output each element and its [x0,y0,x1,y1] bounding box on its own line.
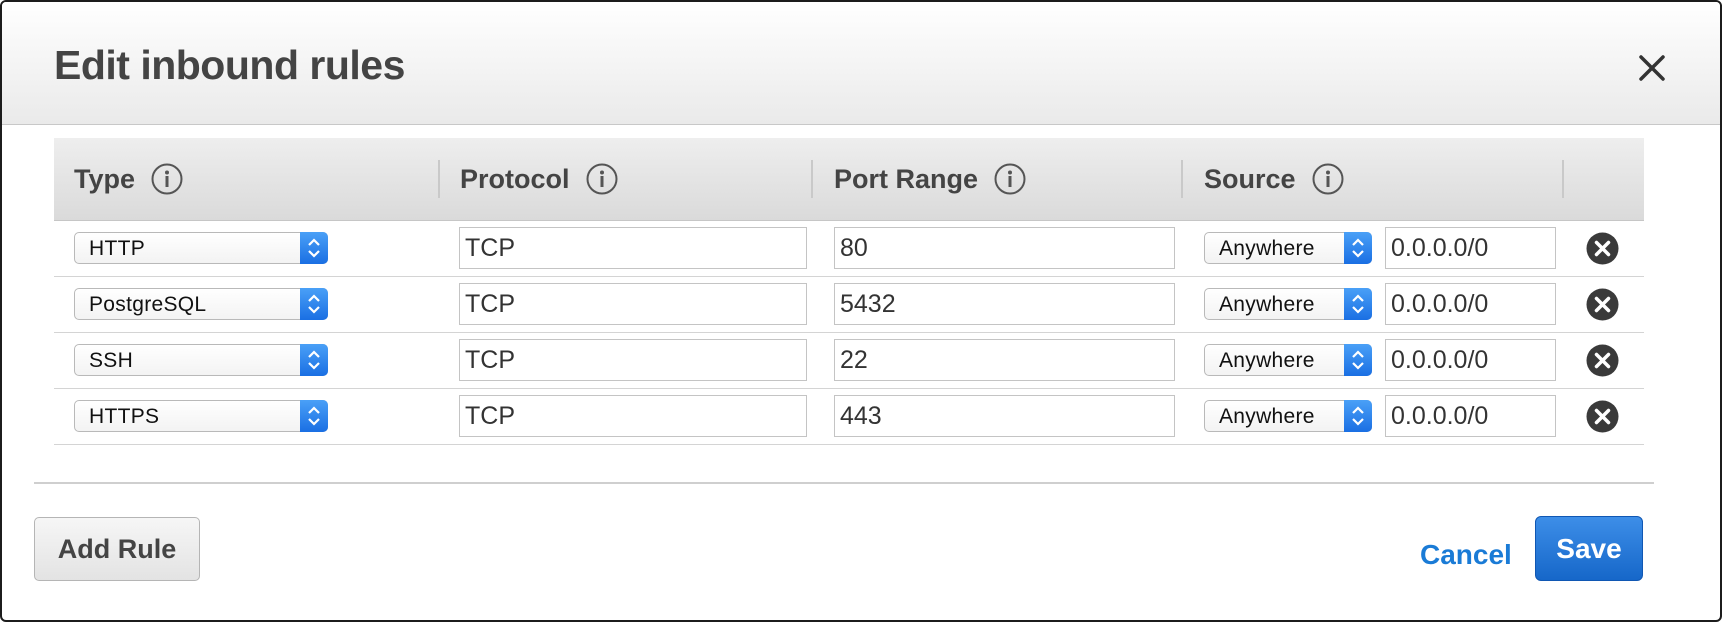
header-source-label: Source [1204,163,1296,194]
info-icon[interactable] [994,163,1026,195]
type-select[interactable]: SSH [74,344,328,376]
cidr-input[interactable]: 0.0.0.0/0 [1385,339,1556,381]
protocol-field[interactable]: TCP [459,283,807,325]
header-protocol: Protocol [460,138,618,220]
column-divider [1181,160,1183,198]
cidr-input[interactable]: 0.0.0.0/0 [1385,395,1556,437]
table-row: HTTPS TCP 443 Anywhere 0.0.0.0/0 [54,389,1644,445]
rules-table: Type Protocol Port Range Source HTTP TCP… [54,138,1644,445]
remove-circle-icon[interactable] [1585,287,1620,322]
cidr-input[interactable]: 0.0.0.0/0 [1385,227,1556,269]
type-select[interactable]: HTTPS [74,400,328,432]
type-select-value: HTTP [89,237,146,260]
column-divider [1562,160,1564,198]
cancel-button[interactable]: Cancel [1420,539,1512,571]
type-select-value: SSH [89,349,134,372]
dialog-header: Edit inbound rules [2,2,1720,125]
type-select-value: PostgreSQL [89,293,207,316]
chevron-updown-icon[interactable] [1344,232,1372,264]
header-type-label: Type [74,163,136,194]
close-icon[interactable] [1634,50,1670,86]
info-icon[interactable] [586,163,618,195]
table-header: Type Protocol Port Range Source [54,138,1644,221]
chevron-updown-icon[interactable] [1344,344,1372,376]
source-select-value: Anywhere [1219,293,1315,316]
port-range-input[interactable]: 22 [834,339,1175,381]
chevron-updown-icon[interactable] [300,400,328,432]
chevron-updown-icon[interactable] [300,288,328,320]
source-select[interactable]: Anywhere [1204,232,1372,264]
table-row: HTTP TCP 80 Anywhere 0.0.0.0/0 [54,221,1644,277]
source-select-value: Anywhere [1219,349,1315,372]
info-icon[interactable] [1312,163,1344,195]
source-select-value: Anywhere [1219,405,1315,428]
type-select[interactable]: PostgreSQL [74,288,328,320]
cidr-input[interactable]: 0.0.0.0/0 [1385,283,1556,325]
remove-circle-icon[interactable] [1585,231,1620,266]
add-rule-button[interactable]: Add Rule [34,517,200,581]
port-range-input[interactable]: 80 [834,227,1175,269]
type-select[interactable]: HTTP [74,232,328,264]
port-range-input[interactable]: 443 [834,395,1175,437]
remove-circle-icon[interactable] [1585,399,1620,434]
chevron-updown-icon[interactable] [300,344,328,376]
edit-inbound-rules-dialog: Edit inbound rules Type Protocol Port Ra… [0,0,1722,622]
protocol-field[interactable]: TCP [459,227,807,269]
chevron-updown-icon[interactable] [1344,400,1372,432]
header-port-range-label: Port Range [834,163,979,194]
column-divider [811,160,813,198]
chevron-updown-icon[interactable] [300,232,328,264]
remove-circle-icon[interactable] [1585,343,1620,378]
source-select[interactable]: Anywhere [1204,288,1372,320]
save-button[interactable]: Save [1535,516,1643,581]
chevron-updown-icon[interactable] [1344,288,1372,320]
footer-divider [34,482,1654,484]
header-port-range: Port Range [834,138,1026,220]
table-row: PostgreSQL TCP 5432 Anywhere 0.0.0.0/0 [54,277,1644,333]
header-source: Source [1204,138,1344,220]
type-select-value: HTTPS [89,405,160,428]
header-type: Type [74,138,183,220]
protocol-field[interactable]: TCP [459,395,807,437]
source-select-value: Anywhere [1219,237,1315,260]
protocol-field[interactable]: TCP [459,339,807,381]
column-divider [438,160,440,198]
info-icon[interactable] [151,163,183,195]
table-row: SSH TCP 22 Anywhere 0.0.0.0/0 [54,333,1644,389]
source-select[interactable]: Anywhere [1204,400,1372,432]
dialog-title: Edit inbound rules [54,42,405,88]
source-select[interactable]: Anywhere [1204,344,1372,376]
port-range-input[interactable]: 5432 [834,283,1175,325]
header-protocol-label: Protocol [460,163,570,194]
